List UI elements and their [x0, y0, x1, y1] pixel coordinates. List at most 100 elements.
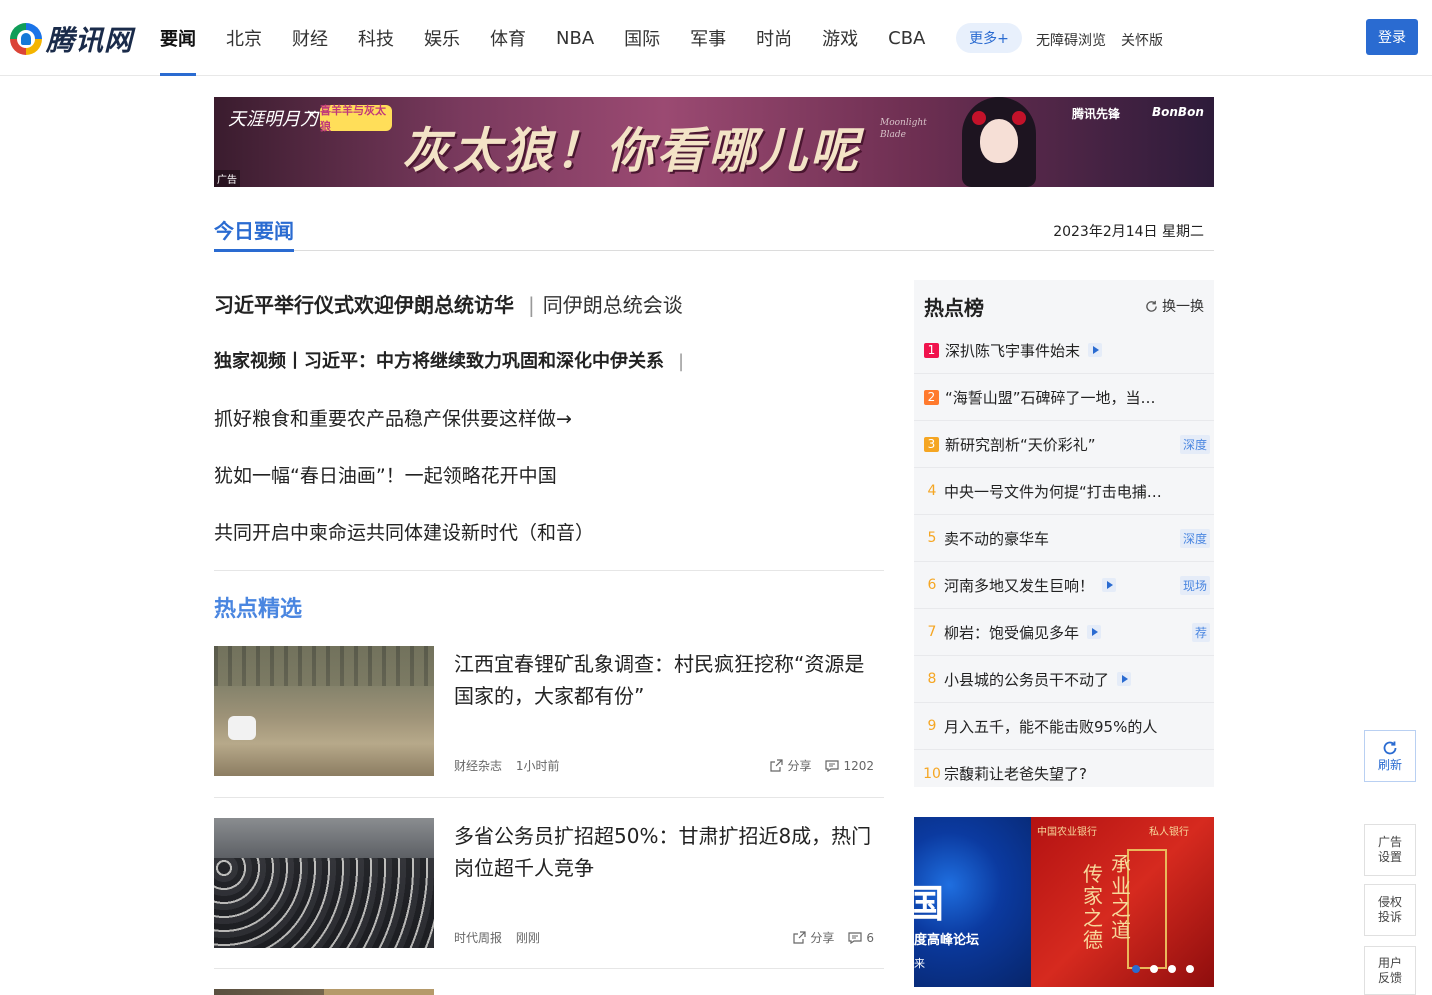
hot-list-item[interactable]: 10 宗馥莉让老爸失望了?: [914, 750, 1214, 797]
feed-meta: 时代周报 刚刚: [454, 929, 550, 946]
banner-ad[interactable]: 天涯明月刀 × 喜羊羊与灰太狼 灰太狼！你看哪儿呢 Moonlight Blad…: [214, 97, 1214, 187]
carousel-dot[interactable]: [1150, 965, 1158, 973]
hot-list-rank: 6: [927, 577, 937, 593]
hot-list-item-text[interactable]: “海誓山盟”石碑碎了一地，当…: [945, 387, 1156, 408]
headline-5-link[interactable]: 共同开启中柬命运共同体建设新时代（和音）: [214, 518, 594, 545]
banner-brand-collab: 喜羊羊与灰太狼: [320, 104, 392, 133]
headline-1-sub-link[interactable]: 同伊朗总统会谈: [543, 293, 683, 317]
headline-3-link[interactable]: 抓好粮食和重要农产品稳产保供要这样做→: [214, 404, 572, 431]
nav-item-international[interactable]: 国际: [624, 0, 660, 76]
nav-item-nba[interactable]: NBA: [556, 0, 594, 76]
side-ad-decor-frame: [1127, 849, 1167, 969]
side-ad-slide-forum[interactable]: 国 度高峰论坛 来: [914, 817, 1031, 987]
float-refresh-label: 刷新: [1377, 757, 1402, 772]
banner-headline: 灰太狼！你看哪儿呢: [402, 123, 862, 179]
hot-list-item[interactable]: 4 中央一号文件为何提“打击电捕…: [914, 468, 1214, 515]
nav-item-military[interactable]: 军事: [690, 0, 726, 76]
hot-list-rank: 1: [924, 342, 939, 358]
hot-list-rank: 7: [927, 624, 937, 640]
feed-item[interactable]: 多省公务员扩招超50%：甘肃扩招近8成，热门岗位超千人竞争 时代周报 刚刚 分享…: [214, 818, 884, 948]
feed-thumbnail[interactable]: [214, 646, 434, 776]
hot-list-item-text[interactable]: 宗馥莉让老爸失望了?: [944, 763, 1087, 784]
feed-source[interactable]: 时代周报: [454, 931, 502, 945]
headline-4-link[interactable]: 犹如一幅“春日油画”！一起领略花开中国: [214, 461, 557, 488]
more-channels-button[interactable]: 更多+: [956, 23, 1022, 53]
headline-1-separator: |: [528, 293, 535, 317]
side-ad-forum-small: 来: [914, 957, 925, 970]
headline-2-separator: |: [678, 351, 685, 372]
hot-list-item[interactable]: 6 河南多地又发生巨响！ 现场: [914, 562, 1214, 609]
nav-item-sports[interactable]: 体育: [490, 0, 526, 76]
today-news-title[interactable]: 今日要闻: [214, 215, 294, 252]
float-refresh-button[interactable]: 刷新: [1364, 730, 1416, 782]
nav-item-finance[interactable]: 财经: [292, 0, 328, 76]
hot-list-item[interactable]: 2 “海誓山盟”石碑碎了一地，当…: [914, 374, 1214, 421]
carousel-dot[interactable]: [1132, 965, 1140, 973]
feed-title-link[interactable]: 江西宜春锂矿乱象调查：村民疯狂挖称“资源是国家的，大家都有份”: [454, 648, 884, 712]
hot-list-refresh-button[interactable]: 换一换: [1145, 296, 1204, 316]
share-button[interactable]: 分享: [770, 757, 811, 774]
care-mode-link[interactable]: 关怀版: [1121, 30, 1163, 50]
video-play-icon: [1087, 625, 1102, 639]
side-ad-bank-private: 私人银行: [1149, 827, 1189, 838]
hot-list-item-text[interactable]: 卖不动的豪华车: [944, 528, 1049, 549]
side-ad-slide-bank[interactable]: 中国农业银行 私人银行 传家之德 承业之道: [1031, 817, 1214, 987]
hot-list-item-text[interactable]: 柳岩：饱受偏见多年: [944, 622, 1079, 643]
feed-source[interactable]: 财经杂志: [454, 759, 502, 773]
refresh-icon: [1383, 741, 1397, 754]
hot-list-item-text[interactable]: 小县城的公务员干不动了: [944, 669, 1109, 690]
hot-list-panel: 热点榜 换一换 1 深扒陈飞宇事件始末 2 “海誓山盟”石碑碎了一地，当… 3 新研究剖析…: [914, 280, 1214, 787]
side-ad-poem-left: 传家之德: [1083, 862, 1103, 952]
headline-2-link[interactable]: 独家视频丨习近平：中方将继续致力巩固和深化中伊关系: [214, 351, 664, 372]
hot-list-item-text[interactable]: 河南多地又发生巨响！: [944, 575, 1094, 596]
feed-item[interactable]: 江西宜春锂矿乱象调查：村民疯狂挖称“资源是国家的，大家都有份” 财经杂志 1小时…: [214, 646, 884, 776]
hot-list-item[interactable]: 5 卖不动的豪华车 深度: [914, 515, 1214, 562]
login-button[interactable]: 登录: [1366, 19, 1418, 55]
ad-label: 广告: [214, 170, 240, 187]
hot-list-item[interactable]: 9 月入五千，能不能击败95%的人: [914, 703, 1214, 750]
share-button[interactable]: 分享: [793, 929, 834, 946]
headline-1-main-link[interactable]: 习近平举行仪式欢迎伊朗总统访华: [214, 293, 514, 317]
feed-thumbnail[interactable]: [214, 818, 434, 948]
feed-divider: [214, 968, 884, 969]
infringement-report-button[interactable]: 侵权投诉: [1364, 884, 1416, 936]
carousel-dot[interactable]: [1186, 965, 1194, 973]
hot-list-item[interactable]: 7 柳岩：饱受偏见多年 荐: [914, 609, 1214, 656]
feed-title-link[interactable]: 多省公务员扩招超50%：甘肃扩招近8成，热门岗位超千人竞争: [454, 820, 884, 884]
nav-item-tech[interactable]: 科技: [358, 0, 394, 76]
hot-list-item[interactable]: 8 小县城的公务员干不动了: [914, 656, 1214, 703]
comment-button[interactable]: 6: [848, 931, 874, 945]
user-feedback-button[interactable]: 用户反馈: [1364, 946, 1416, 995]
tencent-bell-logo-icon: [10, 23, 42, 55]
side-ad-carousel[interactable]: 国 度高峰论坛 来 中国农业银行 私人银行 传家之德 承业之道: [914, 817, 1214, 987]
ad-settings-button[interactable]: 广告设置: [1364, 824, 1416, 876]
hot-list-rank: 2: [924, 389, 939, 405]
hot-list-rank: 9: [927, 718, 937, 734]
video-play-icon: [1088, 343, 1103, 357]
carousel-dot[interactable]: [1168, 965, 1176, 973]
nav-item-news[interactable]: 要闻: [160, 0, 196, 76]
hot-list-item[interactable]: 3 新研究剖析“天价彩礼” 深度: [914, 421, 1214, 468]
nav-item-entertainment[interactable]: 娱乐: [424, 0, 460, 76]
nav-item-beijing[interactable]: 北京: [226, 0, 262, 76]
nav-item-cba[interactable]: CBA: [888, 0, 925, 76]
hot-list-item[interactable]: 1 深扒陈飞宇事件始末: [914, 327, 1214, 374]
hot-list-item-text[interactable]: 中央一号文件为何提“打击电捕…: [944, 481, 1162, 502]
hot-list-item-text[interactable]: 新研究剖析“天价彩礼”: [945, 434, 1096, 455]
headline-1: 习近平举行仪式欢迎伊朗总统访华 | 同伊朗总统会谈: [214, 289, 683, 318]
banner-brand-bonbon: BonBon: [1152, 105, 1204, 119]
accessibility-link[interactable]: 无障碍浏览: [1036, 30, 1106, 50]
nav-item-games[interactable]: 游戏: [822, 0, 858, 76]
hot-list-item-text[interactable]: 月入五千，能不能击败95%的人: [944, 716, 1157, 737]
feed-actions: 分享 6: [779, 929, 874, 946]
site-logo[interactable]: 腾讯网: [10, 20, 133, 58]
comment-button[interactable]: 1202: [825, 759, 874, 773]
nav-item-fashion[interactable]: 时尚: [756, 0, 792, 76]
share-icon: [770, 759, 784, 772]
banner-brand-tencent-pioneer: 腾讯先锋: [1072, 107, 1121, 121]
hot-list-item-text[interactable]: 深扒陈飞宇事件始末: [945, 340, 1080, 361]
top-header: 腾讯网 要闻 北京 财经 科技 娱乐 体育 NBA 国际 军事 时尚 游戏 CB…: [0, 0, 1432, 76]
comment-icon: [848, 931, 862, 944]
feed-time: 刚刚: [515, 931, 540, 945]
feed-thumbnail-partial: [324, 989, 434, 995]
